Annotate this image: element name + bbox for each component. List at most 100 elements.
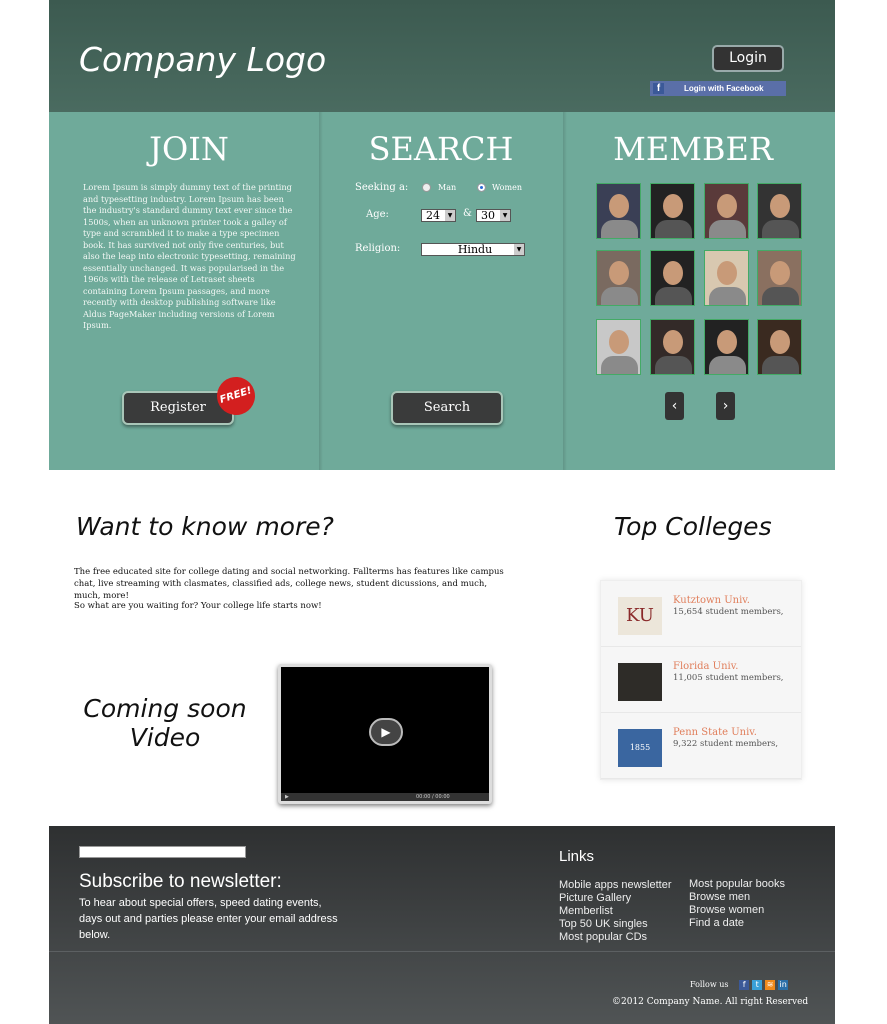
follow-us: Follow us f t ≋ in (690, 980, 789, 990)
person-head (609, 194, 629, 218)
man-label: Man (438, 183, 457, 192)
footer-link[interactable]: Top 50 UK singles (559, 918, 672, 931)
college-members: 11,005 student members, (673, 673, 784, 683)
join-title: JOIN (149, 130, 229, 168)
person-body (709, 356, 746, 374)
person-body (601, 356, 638, 374)
college-logo: KU (618, 597, 662, 635)
person-head (663, 194, 683, 218)
footer: Subscribe to newsletter: To hear about s… (49, 826, 835, 1024)
member-photo[interactable] (757, 183, 802, 239)
footer-link[interactable]: Find a date (689, 917, 785, 930)
person-body (762, 220, 799, 238)
next-arrow-button[interactable]: › (716, 392, 735, 420)
footer-link[interactable]: Browse men (689, 891, 785, 904)
person-body (601, 287, 638, 305)
rss-icon[interactable]: ≋ (765, 980, 776, 990)
info-paragraph: The free educated site for college datin… (74, 567, 504, 601)
college-item[interactable]: KU Kutztown Univ. 15,654 student members… (601, 581, 801, 647)
newsletter-email-input[interactable] (79, 846, 246, 858)
and-label: & (463, 208, 472, 219)
links-title: Links (559, 848, 595, 865)
play-icon[interactable]: ▶ (369, 718, 403, 746)
prev-arrow-button[interactable]: ‹ (665, 392, 684, 420)
college-item[interactable]: Florida Univ. 11,005 student members, (601, 647, 801, 713)
person-head (770, 261, 790, 285)
newsletter-title: Subscribe to newsletter: (79, 871, 282, 892)
search-button[interactable]: Search (391, 391, 503, 425)
member-photo[interactable] (650, 319, 695, 375)
radio-women[interactable] (477, 183, 486, 192)
coming-soon-line1: Coming soon (83, 694, 247, 723)
age-label: Age: (366, 209, 389, 220)
footer-divider (49, 951, 835, 952)
footer-link[interactable]: Memberlist (559, 905, 672, 918)
religion-value: Hindu (457, 243, 493, 256)
seeking-label: Seeking a: (355, 182, 409, 193)
person-body (762, 356, 799, 374)
person-body (655, 356, 692, 374)
footer-link[interactable]: Most popular books (689, 878, 785, 891)
member-photo[interactable] (596, 319, 641, 375)
member-photo[interactable] (757, 319, 802, 375)
age-from-select[interactable]: 24 ▼ (421, 209, 456, 222)
age-to-select[interactable]: 30 ▼ (476, 209, 511, 222)
facebook-icon[interactable]: f (739, 980, 750, 990)
member-photo[interactable] (704, 319, 749, 375)
linkedin-icon[interactable]: in (778, 980, 789, 990)
join-text: Lorem Ipsum is simply dummy text of the … (83, 182, 296, 330)
company-logo[interactable]: Company Logo (79, 40, 326, 79)
video-time: 00:00 / 00:00 (416, 794, 450, 800)
person-head (609, 330, 629, 354)
video-controls[interactable]: ▶ 00:00 / 00:00 (281, 793, 489, 801)
footer-link[interactable]: Picture Gallery (559, 892, 672, 905)
member-photo[interactable] (596, 250, 641, 306)
person-head (663, 261, 683, 285)
footer-link[interactable]: Browse women (689, 904, 785, 917)
divider (319, 112, 323, 470)
college-item[interactable]: 1855 Penn State Univ. 9,322 student memb… (601, 713, 801, 779)
person-head (717, 194, 737, 218)
college-name[interactable]: Kutztown Univ. (673, 595, 750, 606)
college-name[interactable]: Penn State Univ. (673, 727, 757, 738)
radio-man[interactable] (422, 183, 431, 192)
person-body (709, 220, 746, 238)
person-head (663, 330, 683, 354)
coming-soon-line2: Video (129, 723, 201, 752)
facebook-login-label: Login with Facebook (684, 84, 764, 93)
twitter-icon[interactable]: t (752, 980, 763, 990)
colleges-list: KU Kutztown Univ. 15,654 student members… (600, 580, 802, 780)
facebook-icon: f (653, 83, 664, 94)
member-photo[interactable] (650, 250, 695, 306)
member-photo[interactable] (704, 250, 749, 306)
facebook-login-button[interactable]: f Login with Facebook (650, 81, 786, 96)
person-body (655, 287, 692, 305)
religion-select[interactable]: Hindu ▼ (421, 243, 525, 256)
women-label: Women (492, 183, 522, 192)
person-body (655, 220, 692, 238)
play-small-icon[interactable]: ▶ (285, 794, 289, 800)
member-title: MEMBER (613, 130, 773, 168)
religion-label: Religion: (355, 243, 401, 254)
know-more-heading: Want to know more? (76, 512, 334, 541)
copyright: ©2012 Company Name. All right Reserved (612, 997, 809, 1007)
dropdown-arrow-icon: ▼ (500, 210, 510, 221)
member-photo[interactable] (596, 183, 641, 239)
footer-link[interactable]: Mobile apps newsletter (559, 879, 672, 892)
college-members: 9,322 student members, (673, 739, 779, 749)
search-title: SEARCH (368, 130, 514, 168)
coming-soon-label: Coming soon Video (75, 694, 255, 752)
person-body (762, 287, 799, 305)
person-body (601, 220, 638, 238)
hero-section: JOIN Lorem Ipsum is simply dummy text of… (49, 112, 835, 470)
login-button[interactable]: Login (712, 45, 784, 72)
footer-link[interactable]: Most popular CDs (559, 931, 672, 944)
member-photo[interactable] (704, 183, 749, 239)
member-photo[interactable] (757, 250, 802, 306)
member-photo[interactable] (650, 183, 695, 239)
person-head (717, 261, 737, 285)
video-player[interactable]: ▶ ▶ 00:00 / 00:00 (278, 664, 492, 804)
age-to-value: 30 (481, 209, 495, 222)
person-head (770, 194, 790, 218)
college-name[interactable]: Florida Univ. (673, 661, 738, 672)
